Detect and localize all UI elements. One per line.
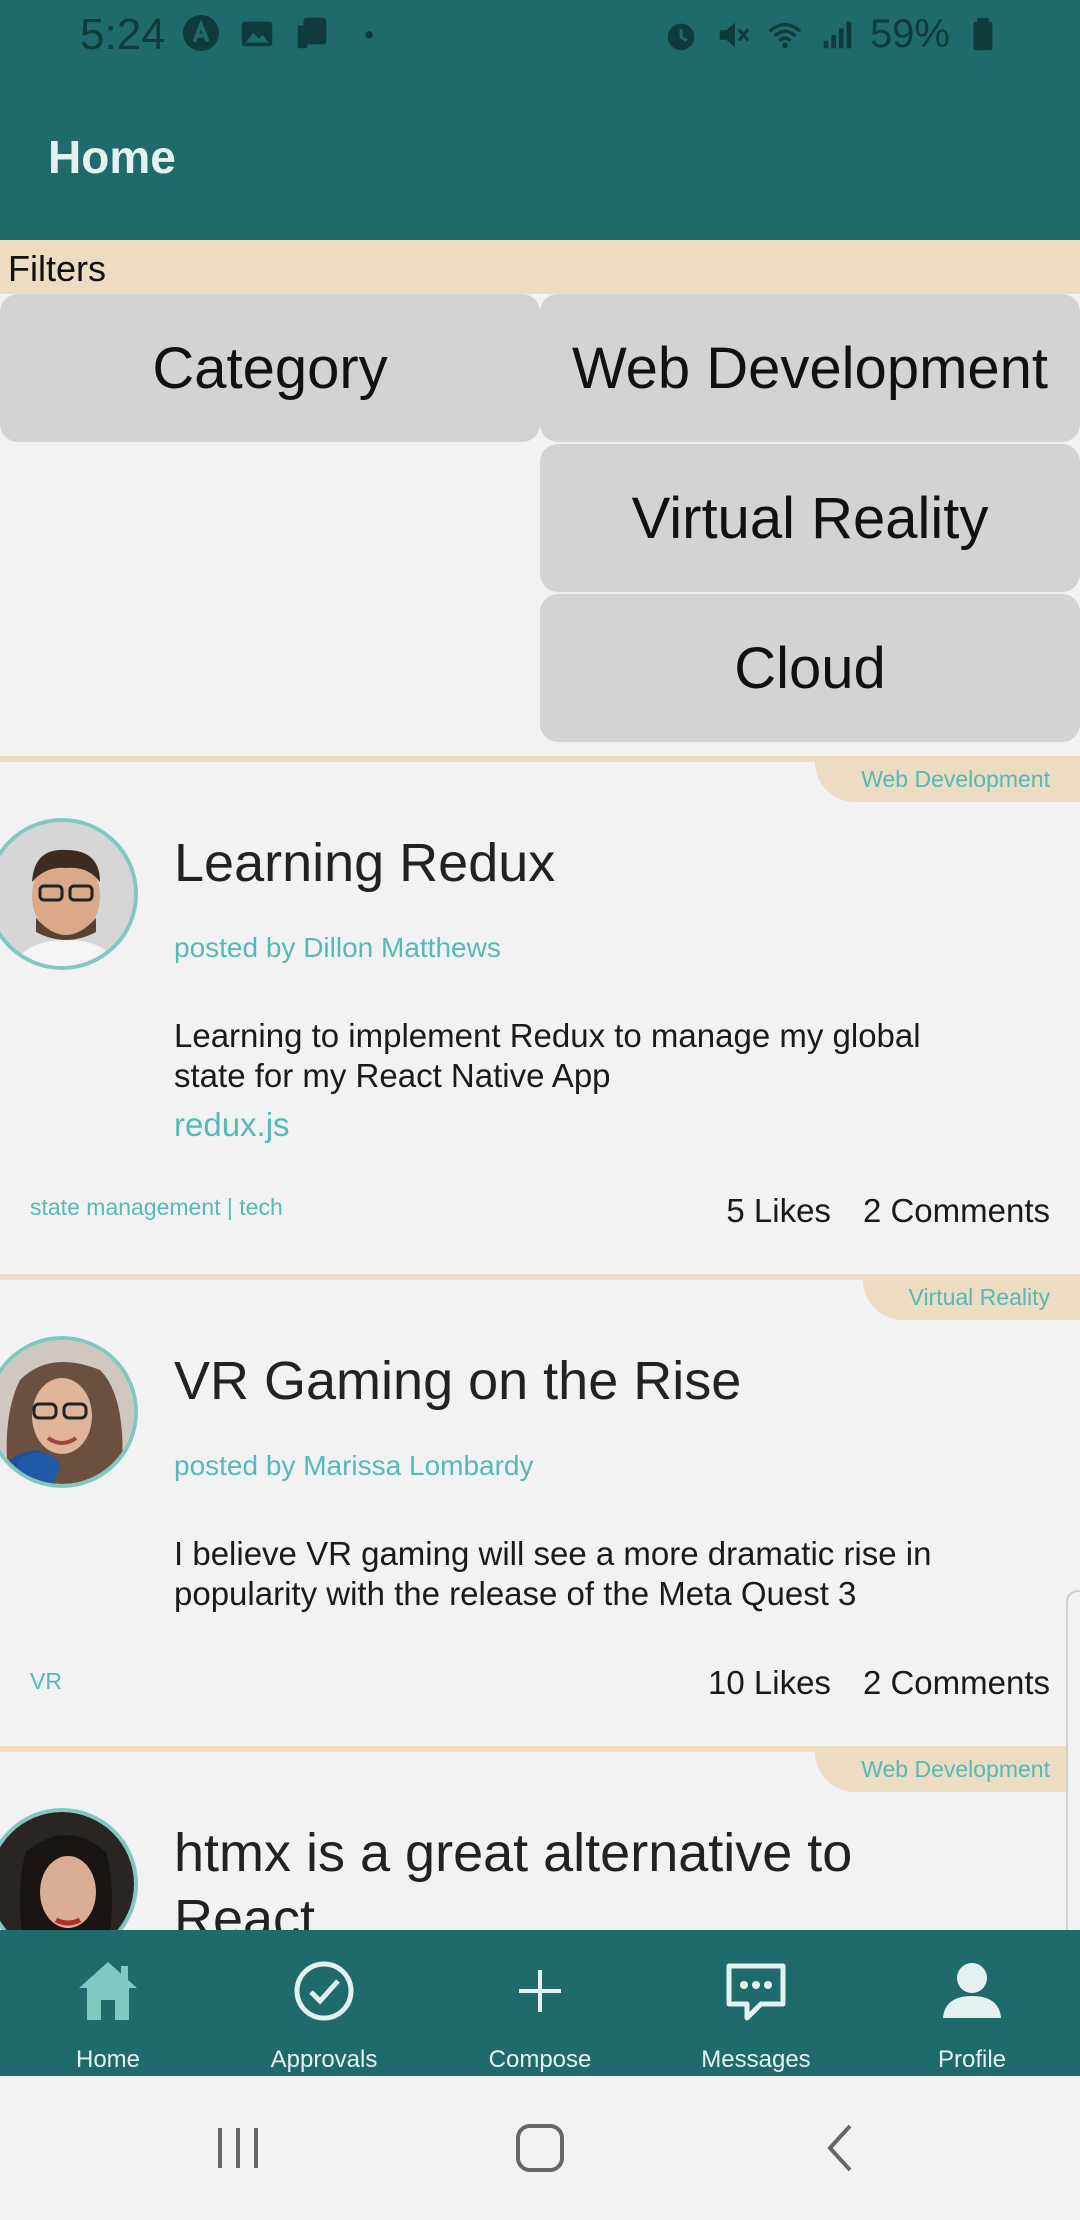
filter-option-cloud[interactable]: Cloud xyxy=(540,594,1080,742)
nav-label-home: Home xyxy=(75,2046,141,2073)
post-category-badge: Virtual Reality xyxy=(862,1274,1080,1320)
battery-icon xyxy=(973,17,993,50)
likes-count[interactable]: 10 Likes xyxy=(708,1664,831,1702)
comments-count[interactable]: 2 Comments xyxy=(863,1192,1050,1230)
bottom-navigation: Home Approvals Compose Messages Profile xyxy=(0,1930,1080,2076)
wifi-icon xyxy=(768,22,802,48)
filter-option-web-development[interactable]: Web Development xyxy=(540,294,1080,442)
nav-approvals[interactable]: Approvals xyxy=(216,1930,432,2076)
nav-profile[interactable]: Profile xyxy=(864,1930,1080,2076)
status-notification-icons xyxy=(182,14,388,52)
a-circle-icon xyxy=(182,14,220,52)
nav-label-compose: Compose xyxy=(488,2046,592,2073)
post-body: Learning to implement Redux to manage my… xyxy=(174,1017,921,1094)
avatar-image xyxy=(0,822,134,966)
person-icon xyxy=(943,1963,1001,2018)
status-time: 5:24 xyxy=(80,10,166,59)
post-stats: 10 Likes 2 Comments xyxy=(708,1664,1050,1702)
photo-icon xyxy=(241,21,273,47)
post-card[interactable]: Web Development htmx is a great alternat… xyxy=(0,1746,1080,1930)
recent-apps-icon[interactable] xyxy=(206,2116,270,2180)
nav-compose[interactable]: Compose xyxy=(432,1930,648,2076)
category-filter-button[interactable]: Category xyxy=(0,294,540,442)
status-bar: 5:24 59% xyxy=(0,0,1080,72)
alarm-icon xyxy=(667,23,695,50)
app-header: Home xyxy=(0,72,1080,240)
likes-count[interactable]: 5 Likes xyxy=(726,1192,831,1230)
chat-bubble-icon xyxy=(726,1963,786,2021)
cast-icon xyxy=(297,17,327,49)
home-icon xyxy=(79,1962,137,2020)
scrollbar-thumb[interactable] xyxy=(1066,1590,1080,1960)
post-title[interactable]: Learning Redux xyxy=(174,830,894,896)
avatar-image xyxy=(0,1340,134,1484)
post-card[interactable]: Web Development Learning Redux posted by… xyxy=(0,756,1080,1276)
post-category-badge: Web Development xyxy=(815,756,1080,802)
post-body: I believe VR gaming will see a more dram… xyxy=(174,1535,932,1612)
avatar[interactable] xyxy=(0,818,138,970)
post-link[interactable]: redux.js xyxy=(174,1106,290,1144)
dot-icon xyxy=(365,31,373,39)
page-title: Home xyxy=(48,131,176,183)
status-system-icons: 59% xyxy=(662,12,1002,57)
post-author[interactable]: posted by Dillon Matthews xyxy=(174,932,501,964)
post-author[interactable]: posted by Marissa Lombardy xyxy=(174,1450,534,1482)
home-button-icon[interactable] xyxy=(508,2116,572,2180)
plus-icon xyxy=(519,1970,561,2012)
system-navigation-bar xyxy=(0,2076,1080,2220)
post-title[interactable]: VR Gaming on the Rise xyxy=(174,1348,894,1414)
battery-percent: 59% xyxy=(869,12,950,56)
avatar[interactable] xyxy=(0,1336,138,1488)
filters-label: Filters xyxy=(8,248,106,289)
post-tags: state management | tech xyxy=(30,1194,283,1220)
check-circle-icon xyxy=(294,1961,354,2021)
nav-label-messages: Messages xyxy=(701,2046,811,2073)
post-category-badge: Web Development xyxy=(815,1752,1080,1792)
post-card[interactable]: Virtual Reality VR Gaming on the Rise po… xyxy=(0,1274,1080,1748)
nav-label-profile: Profile xyxy=(937,2046,1007,2073)
filters-bar: Filters xyxy=(0,240,1080,294)
post-stats: 5 Likes 2 Comments xyxy=(726,1192,1050,1230)
post-tags: VR xyxy=(30,1668,62,1694)
nav-label-approvals: Approvals xyxy=(270,2046,378,2073)
back-icon[interactable] xyxy=(810,2116,874,2180)
post-title[interactable]: htmx is a great alternative to React xyxy=(174,1820,874,1930)
comments-count[interactable]: 2 Comments xyxy=(863,1664,1050,1702)
avatar-image xyxy=(0,1812,134,1930)
nav-messages[interactable]: Messages xyxy=(648,1930,864,2076)
filter-option-virtual-reality[interactable]: Virtual Reality xyxy=(540,444,1080,592)
avatar[interactable] xyxy=(0,1808,138,1930)
mute-icon xyxy=(719,22,750,47)
signal-icon xyxy=(823,21,852,48)
nav-home[interactable]: Home xyxy=(0,1930,216,2076)
